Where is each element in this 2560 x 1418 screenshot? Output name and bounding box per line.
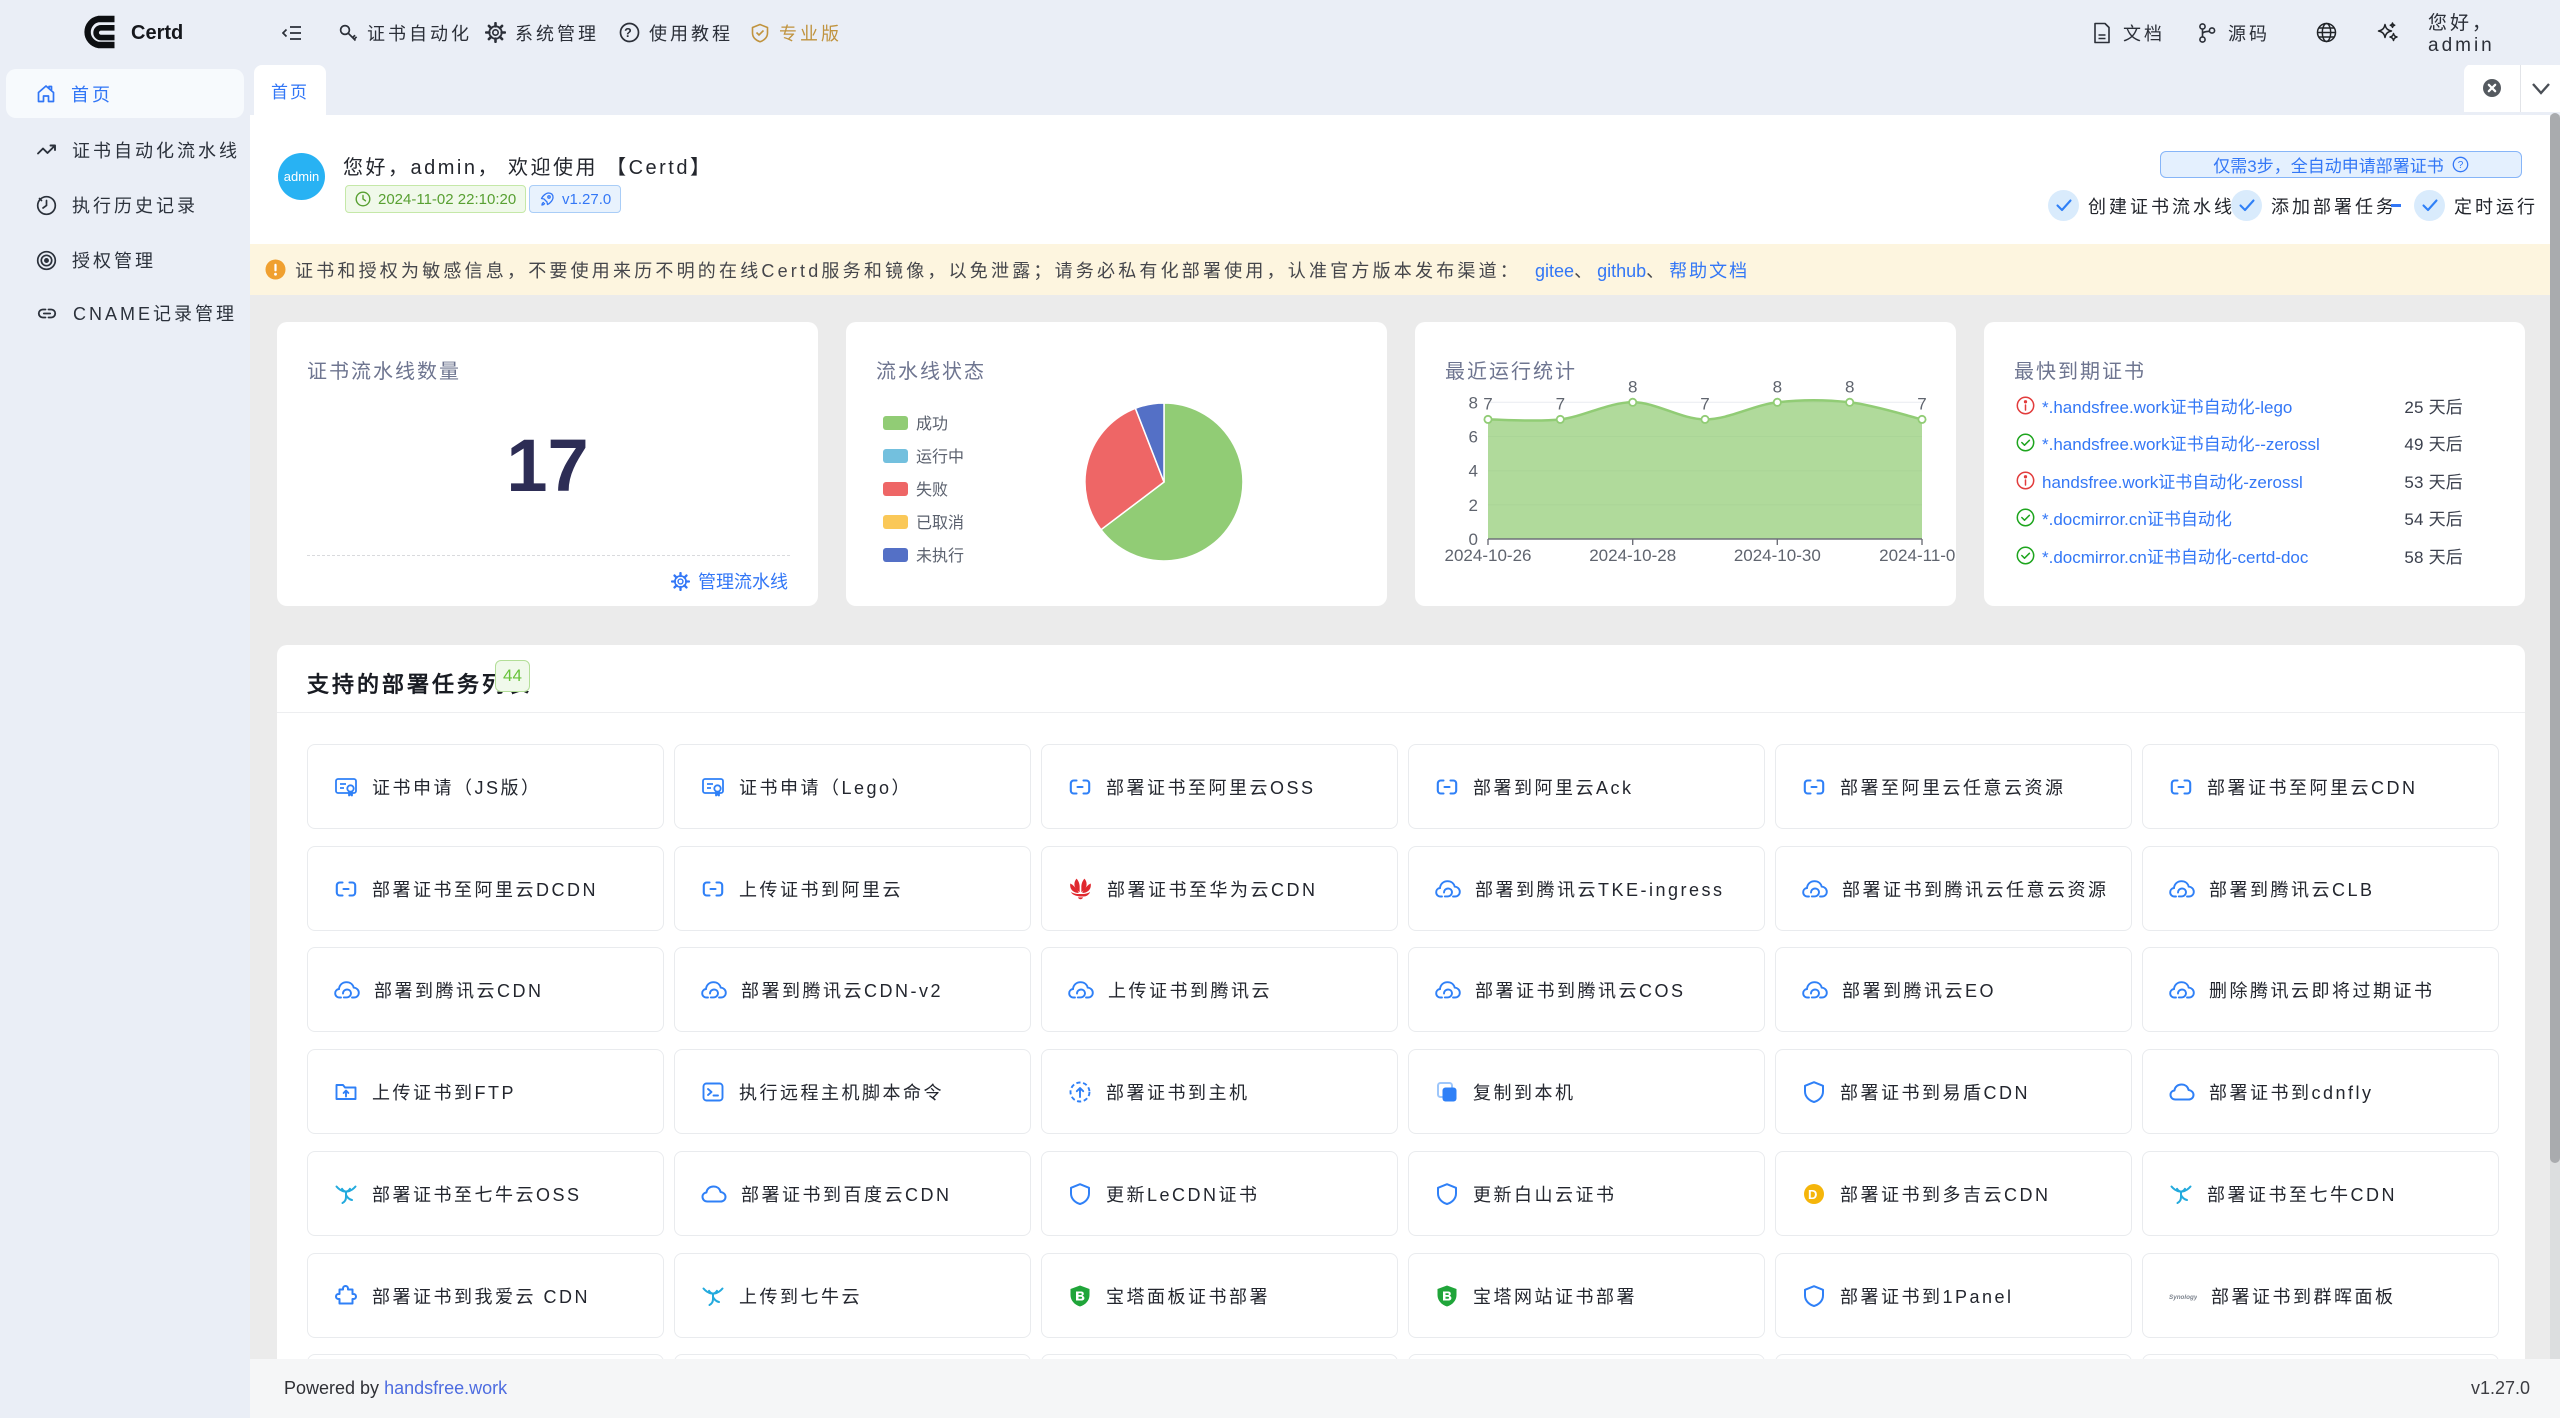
svg-text:?: ? (624, 26, 635, 40)
svg-text:8: 8 (1469, 393, 1478, 412)
svg-text:7: 7 (1700, 394, 1709, 413)
svg-text:2024-10-28: 2024-10-28 (1589, 546, 1676, 565)
svg-text:Synology: Synology (2169, 1294, 2197, 1301)
svg-text:2024-11-01: 2024-11-01 (1879, 546, 1956, 565)
svg-text:失败: 失败 (916, 481, 948, 499)
svg-text:4: 4 (1469, 462, 1478, 481)
svg-text:6: 6 (1469, 428, 1478, 447)
svg-text:运行中: 运行中 (916, 448, 964, 466)
svg-text:未执行: 未执行 (916, 547, 964, 565)
svg-text:2024-10-26: 2024-10-26 (1445, 546, 1532, 565)
svg-text:?: ? (2457, 160, 2463, 171)
svg-text:7: 7 (1556, 394, 1565, 413)
svg-text:已取消: 已取消 (916, 514, 964, 532)
svg-text:成功: 成功 (916, 415, 948, 433)
svg-text:2: 2 (1469, 496, 1478, 515)
svg-text:7: 7 (1483, 394, 1492, 413)
svg-text:8: 8 (1628, 377, 1637, 396)
svg-text:2024-10-30: 2024-10-30 (1734, 546, 1821, 565)
svg-text:7: 7 (1917, 394, 1926, 413)
svg-text:8: 8 (1845, 377, 1854, 396)
svg-text:D: D (1808, 1187, 1820, 1202)
svg-text:8: 8 (1773, 377, 1782, 396)
